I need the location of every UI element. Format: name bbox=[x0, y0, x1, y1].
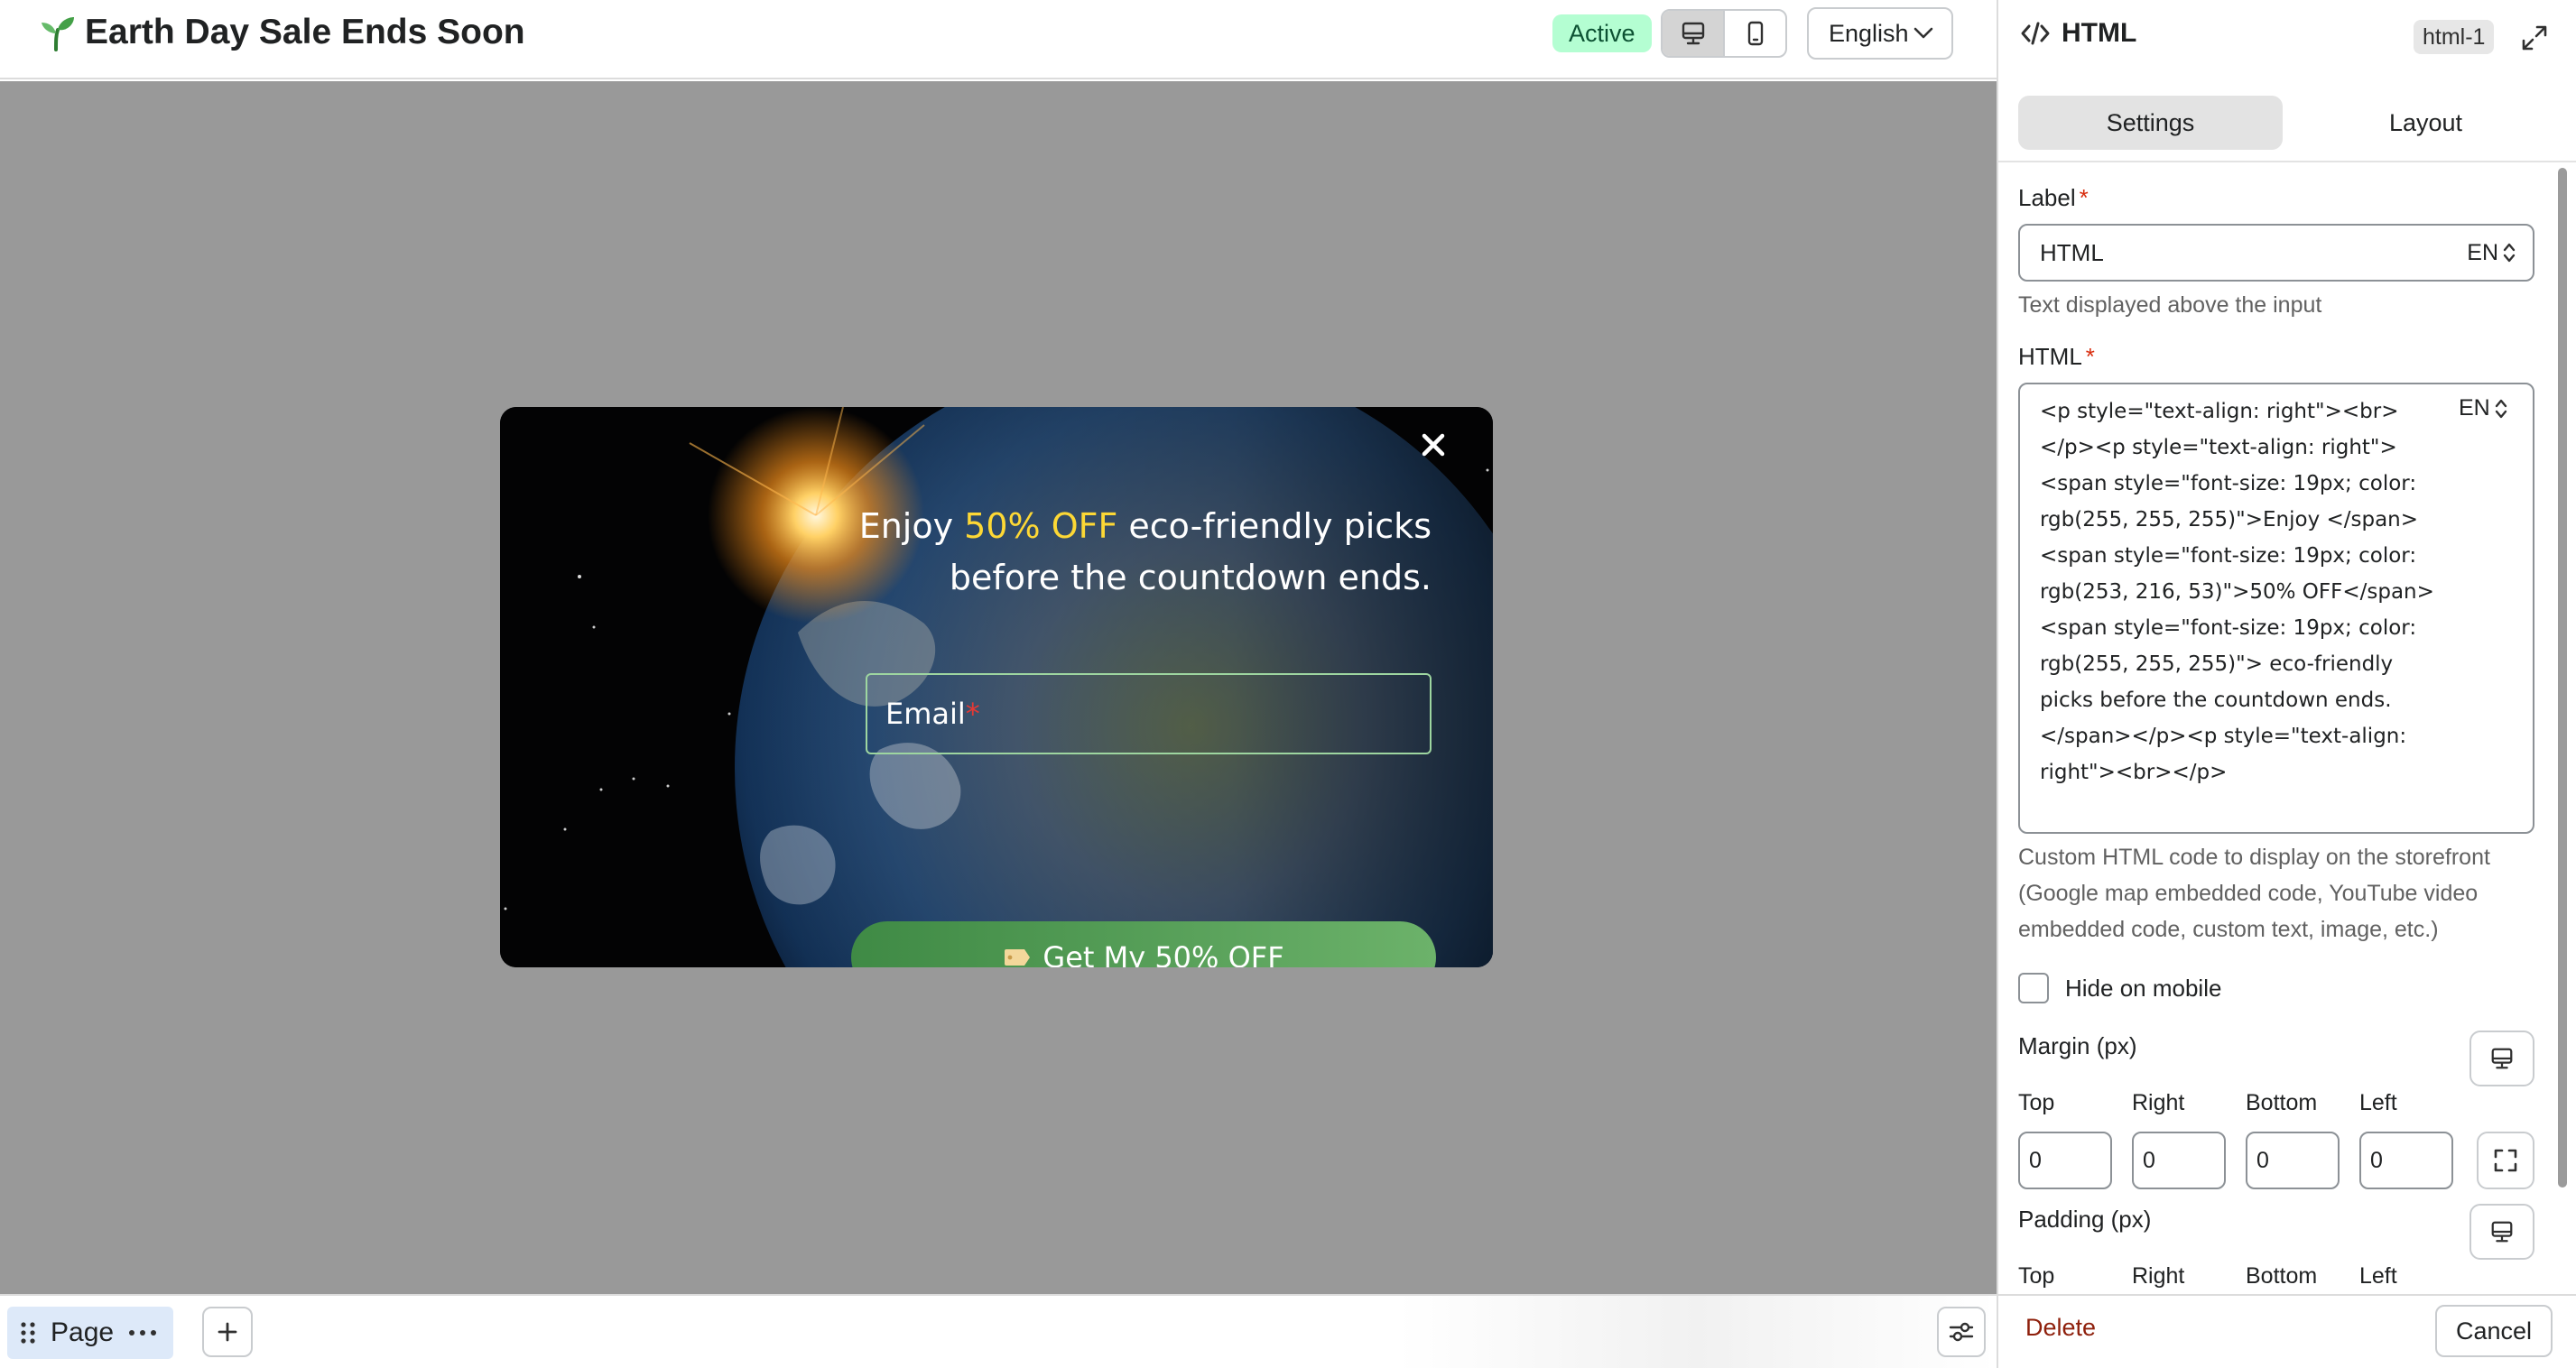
title-wrap: Earth Day Sale Ends Soon bbox=[38, 11, 525, 54]
panel-footer: Delete Cancel bbox=[1998, 1294, 2576, 1368]
language-select[interactable]: English bbox=[1807, 7, 1953, 60]
element-id-badge: html-1 bbox=[2414, 20, 2495, 54]
padding-device-button[interactable] bbox=[2469, 1204, 2534, 1260]
html-lang-selector[interactable]: EN bbox=[2459, 395, 2508, 421]
margin-link-button[interactable] bbox=[2477, 1132, 2534, 1189]
hide-on-mobile-checkbox[interactable] bbox=[2018, 973, 2049, 1003]
headline-highlight: 50% OFF bbox=[964, 506, 1118, 546]
popup-email-field[interactable]: Email * bbox=[866, 673, 1432, 754]
headline-part1: Enjoy bbox=[858, 506, 965, 546]
margin-bottom-input[interactable]: 0 bbox=[2246, 1132, 2340, 1189]
page-chip[interactable]: Page bbox=[7, 1307, 173, 1359]
label-lang-selector[interactable]: EN bbox=[2467, 240, 2516, 266]
mobile-view-button[interactable] bbox=[1723, 11, 1785, 56]
mobile-icon bbox=[1747, 21, 1763, 46]
label-lang-value: EN bbox=[2467, 239, 2498, 265]
desktop-icon bbox=[1682, 22, 1704, 45]
plus-icon bbox=[218, 1322, 237, 1342]
drag-handle-icon[interactable] bbox=[20, 1320, 36, 1345]
fullscreen-icon bbox=[2494, 1149, 2517, 1172]
margin-device-button[interactable] bbox=[2469, 1031, 2534, 1086]
chevron-updown-icon bbox=[2495, 399, 2507, 418]
margin-right-label: Right bbox=[2132, 1090, 2185, 1115]
email-required-mark: * bbox=[965, 697, 980, 731]
padding-right-label: Right bbox=[2132, 1263, 2185, 1289]
label-input-value: HTML bbox=[2040, 238, 2104, 266]
status-badge: Active bbox=[1552, 14, 1652, 52]
margin-right-input[interactable]: 0 bbox=[2132, 1132, 2226, 1189]
margin-top-label: Top bbox=[2018, 1090, 2055, 1115]
panel-title: HTML bbox=[2020, 18, 2136, 49]
tab-layout[interactable]: Layout bbox=[2293, 96, 2558, 150]
sprout-icon bbox=[42, 17, 74, 51]
label-field-label: Label * bbox=[2018, 184, 2089, 212]
label-field-label-text: Label bbox=[2018, 184, 2076, 211]
preview-canvas: Enjoy 50% OFF eco-friendly picks before … bbox=[0, 81, 1997, 1294]
html-code-textarea[interactable]: <p style="text-align: right"><br></p><p … bbox=[2018, 383, 2534, 834]
html-field-label-text: HTML bbox=[2018, 343, 2082, 370]
padding-bottom-label: Bottom bbox=[2246, 1263, 2318, 1289]
chevron-updown-icon bbox=[2503, 243, 2516, 263]
page-label: Page bbox=[51, 1317, 115, 1347]
panel-title-text: HTML bbox=[2062, 18, 2137, 48]
margin-top-input[interactable]: 0 bbox=[2018, 1132, 2112, 1189]
hide-on-mobile-row: Hide on mobile bbox=[2018, 973, 2221, 1003]
margin-bottom-label: Bottom bbox=[2246, 1090, 2318, 1115]
add-page-button[interactable] bbox=[202, 1307, 253, 1357]
label-help-text: Text displayed above the input bbox=[2018, 292, 2322, 318]
tag-icon bbox=[1005, 949, 1031, 966]
html-help-text: Custom HTML code to display on the store… bbox=[2018, 845, 2490, 942]
hide-on-mobile-label: Hide on mobile bbox=[2065, 974, 2222, 1002]
margin-left-label: Left bbox=[2359, 1090, 2397, 1115]
panel-scrollbar-thumb[interactable] bbox=[2558, 168, 2567, 1188]
html-field-label: HTML * bbox=[2018, 343, 2095, 371]
expand-icon bbox=[2522, 25, 2547, 51]
padding-label: Padding (px) bbox=[2018, 1206, 2152, 1233]
panel-body: Label * HTML EN Text displayed above the … bbox=[1998, 162, 2576, 1294]
label-required-mark: * bbox=[2079, 184, 2089, 211]
code-icon bbox=[2021, 22, 2050, 45]
popup-headline: Enjoy 50% OFF eco-friendly picks before … bbox=[782, 501, 1432, 604]
tab-settings[interactable]: Settings bbox=[2018, 96, 2283, 150]
popup-cta-button[interactable]: Get My 50% OFF bbox=[851, 921, 1436, 967]
bottom-bar: Page bbox=[0, 1294, 1997, 1368]
language-value: English bbox=[1829, 19, 1909, 47]
desktop-view-button[interactable] bbox=[1663, 11, 1723, 56]
padding-top-label: Top bbox=[2018, 1263, 2055, 1289]
panel-header: HTML html-1 bbox=[1998, 0, 2576, 76]
page-title: Earth Day Sale Ends Soon bbox=[85, 13, 525, 51]
margin-label: Margin (px) bbox=[2018, 1032, 2137, 1059]
html-lang-value: EN bbox=[2459, 395, 2490, 421]
top-bar: Earth Day Sale Ends Soon Active English bbox=[0, 0, 1997, 79]
expand-panel-button[interactable] bbox=[2516, 20, 2553, 56]
more-horizontal-icon[interactable] bbox=[128, 1329, 157, 1336]
html-code-value: <p style="text-align: right"><br></p><p … bbox=[2040, 400, 2434, 784]
html-required-mark: * bbox=[2085, 343, 2095, 370]
canvas-settings-button[interactable] bbox=[1937, 1307, 1986, 1357]
cta-label: Get My 50% OFF bbox=[1042, 940, 1284, 967]
popup-close-button[interactable] bbox=[1417, 429, 1450, 461]
chevron-down-icon bbox=[1913, 27, 1933, 39]
desktop-icon bbox=[2491, 1221, 2513, 1243]
padding-left-label: Left bbox=[2359, 1263, 2397, 1289]
sliders-icon bbox=[1949, 1322, 1974, 1342]
cancel-button[interactable]: Cancel bbox=[2435, 1305, 2553, 1357]
settings-panel: HTML html-1 Settings Layout Label * HTML … bbox=[1997, 0, 2576, 1368]
label-input[interactable]: HTML EN bbox=[2018, 224, 2534, 282]
email-label: Email bbox=[885, 697, 966, 731]
close-icon bbox=[1422, 433, 1445, 457]
panel-tabs: Settings Layout bbox=[2018, 96, 2558, 150]
desktop-icon bbox=[2491, 1048, 2513, 1069]
popup-preview: Enjoy 50% OFF eco-friendly picks before … bbox=[500, 407, 1493, 967]
delete-button[interactable]: Delete bbox=[2025, 1314, 2096, 1342]
margin-left-input[interactable]: 0 bbox=[2359, 1132, 2453, 1189]
device-toggle bbox=[1661, 9, 1787, 58]
